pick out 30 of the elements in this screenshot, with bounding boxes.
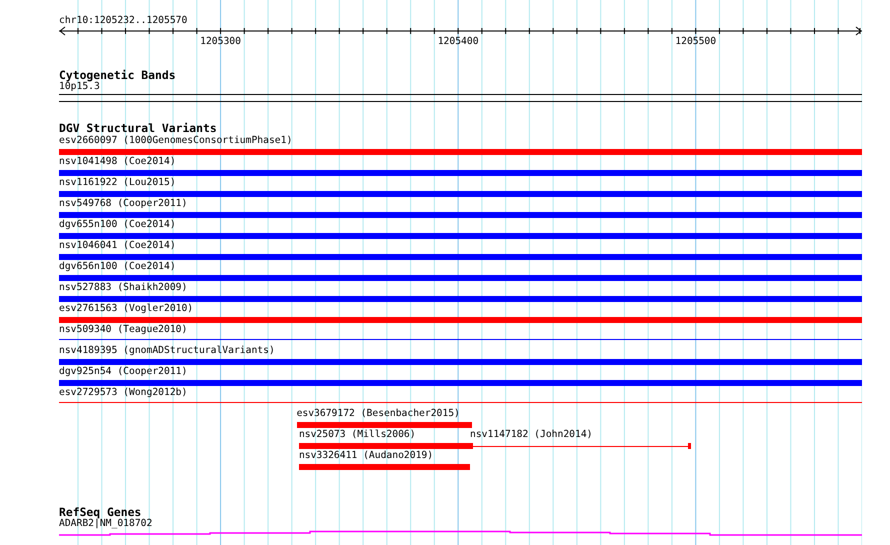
variant-label: nsv1161922 (Lou2015)	[59, 176, 176, 190]
variant-label: dgv925n54 (Cooper2011)	[59, 365, 188, 379]
track-title: Cytogenetic Bands	[59, 69, 176, 81]
variant-label: nsv4189395 (gnomADStructuralVariants)	[59, 344, 275, 358]
variant-line[interactable]	[59, 402, 862, 403]
track-title: DGV Structural Variants	[59, 122, 217, 134]
variant-label: esv3679172 (Besenbacher2015)	[296, 407, 460, 421]
track-title: RefSeq Genes	[59, 506, 142, 518]
variant-label: esv2660097 (1000GenomesConsortiumPhase1)	[59, 134, 292, 148]
band-label: 10p15.3	[59, 81, 100, 93]
tick-label: 1205400	[438, 36, 479, 48]
variant-label: esv2729573 (Wong2012b)	[59, 386, 188, 400]
variant-label: nsv549768 (Cooper2011)	[59, 197, 188, 211]
variant-label: nsv527883 (Shaikh2009)	[59, 281, 188, 295]
location-label: chr10:1205232..1205570	[59, 15, 188, 27]
variant-label: nsv1147182 (John2014)	[470, 428, 592, 442]
tick-label: 1205500	[675, 36, 716, 48]
variant-bar[interactable]	[470, 443, 691, 449]
variant-label: esv2761563 (Vogler2010)	[59, 302, 194, 316]
variant-label: dgv656n100 (Coe2014)	[59, 260, 176, 274]
variant-label: nsv1046041 (Coe2014)	[59, 239, 176, 253]
gene-line[interactable]	[59, 530, 862, 536]
variant-label: dgv655n100 (Coe2014)	[59, 218, 176, 232]
variant-label: nsv25073 (Mills2006)	[298, 428, 416, 442]
tick-label: 1205300	[200, 36, 241, 48]
variant-label: nsv3326411 (Audano2019)	[298, 449, 434, 463]
variant-label: nsv509340 (Teague2010)	[59, 323, 188, 337]
variant-line[interactable]	[59, 339, 862, 340]
variant-label: nsv1041498 (Coe2014)	[59, 155, 176, 169]
gene-label: ADARB2|NM_018702	[59, 518, 152, 530]
